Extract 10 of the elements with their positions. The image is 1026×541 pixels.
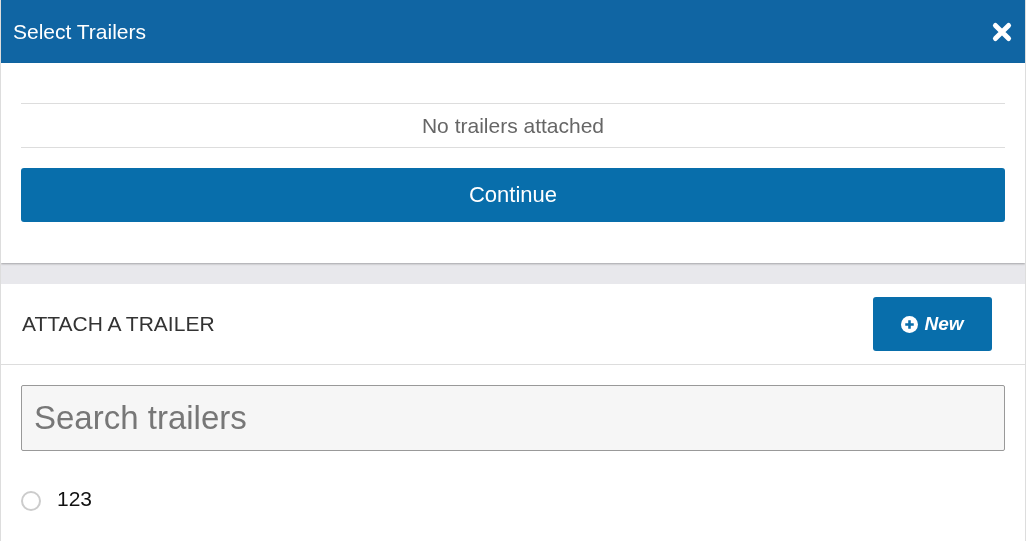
dialog-title: Select Trailers [13,19,147,44]
section-heading: ATTACH A TRAILER [22,312,215,336]
plus-circle-icon [901,315,919,333]
continue-button[interactable]: Continue [21,168,1005,222]
close-icon[interactable] [991,20,1013,43]
new-button[interactable]: New [873,297,992,351]
status-message: No trailers attached [421,113,605,138]
trailer-label[interactable]: 123 [57,487,93,511]
radio-button[interactable] [21,491,41,511]
search-field[interactable]: Search trailers [21,385,1005,451]
